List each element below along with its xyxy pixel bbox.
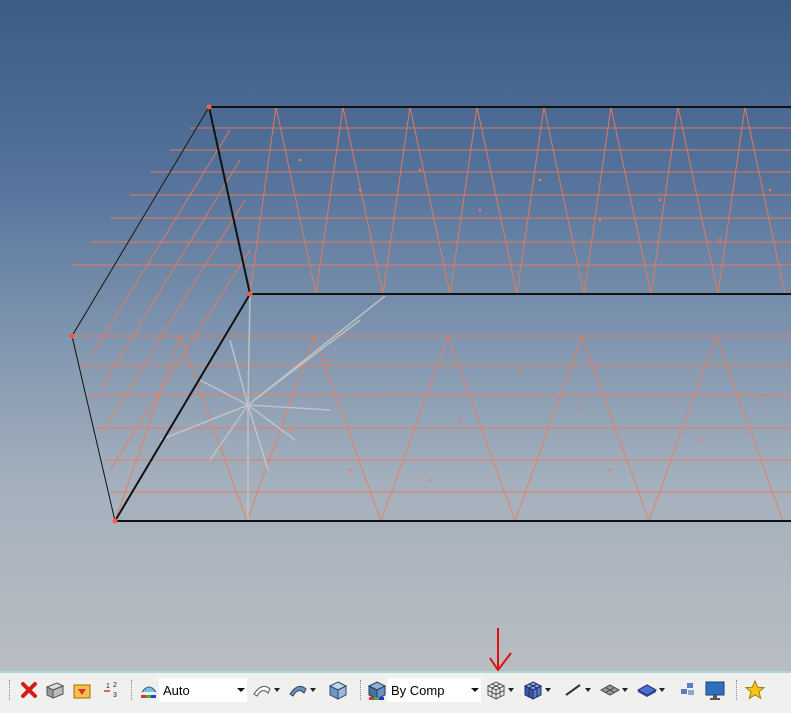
chevron-down-icon[interactable]: [621, 679, 628, 701]
line-display-button[interactable]: [562, 678, 591, 702]
by-comp-button[interactable]: [366, 678, 388, 702]
line-icon: [565, 684, 581, 696]
chevron-down-icon[interactable]: [273, 679, 280, 701]
chevron-down-icon[interactable]: [469, 679, 481, 701]
monitor-button[interactable]: [704, 678, 726, 702]
chevron-down-icon[interactable]: [235, 679, 247, 701]
components-button[interactable]: [44, 678, 66, 702]
element-cluster-button[interactable]: [676, 678, 698, 702]
toolbar-grip[interactable]: [131, 680, 133, 700]
display-by-combo[interactable]: By Comp: [387, 678, 481, 702]
color-mode-icon: [141, 686, 157, 698]
annotation-arrow-icon: [489, 628, 512, 671]
toolbar-grip[interactable]: [360, 680, 362, 700]
solid-cube-icon: [328, 681, 348, 700]
favorites-button[interactable]: [744, 678, 766, 702]
feature-edges-button[interactable]: [599, 678, 628, 702]
surface-curve-button[interactable]: [251, 678, 280, 702]
local-element-fan: [159, 293, 386, 521]
numbering-button[interactable]: 1 2 3: [102, 678, 124, 702]
graphics-viewport[interactable]: [0, 0, 791, 671]
feature-edges-icon: [599, 684, 621, 696]
mask-icon: [73, 684, 91, 699]
mask-button[interactable]: [71, 678, 93, 702]
chevron-down-icon[interactable]: [584, 679, 591, 701]
delete-button[interactable]: [18, 678, 40, 702]
chevron-down-icon[interactable]: [658, 679, 665, 701]
chevron-down-icon[interactable]: [544, 679, 551, 701]
surface-curve-icon: [253, 685, 271, 697]
svg-text:2: 2: [113, 682, 117, 689]
shaded-plane-button[interactable]: [636, 678, 665, 702]
color-mode-value: Auto: [163, 682, 190, 698]
red-x-icon: [21, 682, 37, 698]
chevron-down-icon[interactable]: [507, 679, 514, 701]
mesh-view: [69, 104, 791, 671]
box-edges: [71, 106, 791, 522]
shaded-plane-icon: [636, 684, 658, 697]
shaded-elements-button[interactable]: [522, 678, 551, 702]
components-icon: [45, 682, 65, 699]
monitor-icon: [705, 681, 725, 700]
solid-button[interactable]: [327, 678, 349, 702]
mesh-wireframe: [71, 106, 791, 522]
wireframe-elements-button[interactable]: [485, 678, 514, 702]
chevron-down-icon[interactable]: [309, 679, 316, 701]
wireframe-cube-icon: [486, 681, 506, 700]
color-mode-combo[interactable]: Auto: [159, 678, 247, 702]
color-mode-button[interactable]: [138, 678, 160, 702]
numbering-icon: 1 2 3: [104, 682, 117, 699]
svg-text:3: 3: [113, 692, 117, 699]
svg-text:1: 1: [106, 683, 110, 690]
by-comp-cube-icon: [367, 681, 387, 700]
surface-shaded-icon: [289, 685, 307, 697]
toolbar-grip[interactable]: [736, 680, 738, 700]
display-by-value: By Comp: [391, 682, 445, 698]
element-cluster-icon: [681, 683, 694, 695]
shaded-elements-cube-icon: [523, 681, 543, 700]
surface-shaded-button[interactable]: [287, 678, 316, 702]
star-icon: [744, 679, 766, 700]
visualization-toolbar: 1 2 3 Auto By Comp: [0, 671, 791, 713]
toolbar-grip[interactable]: [9, 680, 11, 700]
